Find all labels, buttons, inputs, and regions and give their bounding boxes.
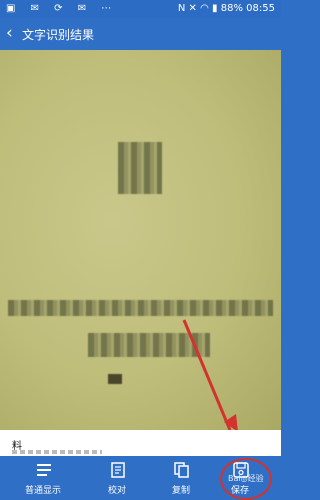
copy-icon	[174, 462, 189, 478]
normal-display-label: 普通显示	[24, 486, 61, 496]
scanned-photo	[0, 50, 281, 430]
back-arrow-icon[interactable]: ‹	[6, 23, 13, 43]
status-right: N ✕ ◠ ▮ 88% 08:55	[178, 3, 275, 14]
time-text: 08:55	[246, 3, 275, 14]
mute-icon: ✕	[188, 3, 197, 14]
recognition-result[interactable]: 料	[0, 430, 281, 456]
result-next-line	[12, 450, 102, 454]
battery-text: 88%	[220, 3, 243, 14]
app-bar: ‹ 文字识别结果	[0, 18, 281, 50]
watermark-logo: Bai◎经验	[228, 474, 264, 483]
normal-display-button[interactable]: 普通显示	[8, 456, 78, 500]
page-title: 文字识别结果	[22, 28, 95, 42]
nfc-icon: N	[177, 3, 186, 14]
proofread-icon	[111, 462, 125, 478]
status-bar: ▣ ✉ ⟳ ✉ ⋯ N ✕ ◠ ▮ 88% 08:55	[0, 0, 281, 18]
proofread-button[interactable]: 校对	[82, 456, 152, 500]
list-icon	[37, 464, 51, 476]
status-icons: ▣ ✉ ⟳ ✉ ⋯	[6, 3, 118, 14]
annotation-arrow	[182, 319, 238, 430]
signal-icon: ▮	[212, 3, 218, 14]
proofread-label: 校对	[107, 486, 126, 496]
wifi-icon: ◠	[200, 3, 209, 14]
